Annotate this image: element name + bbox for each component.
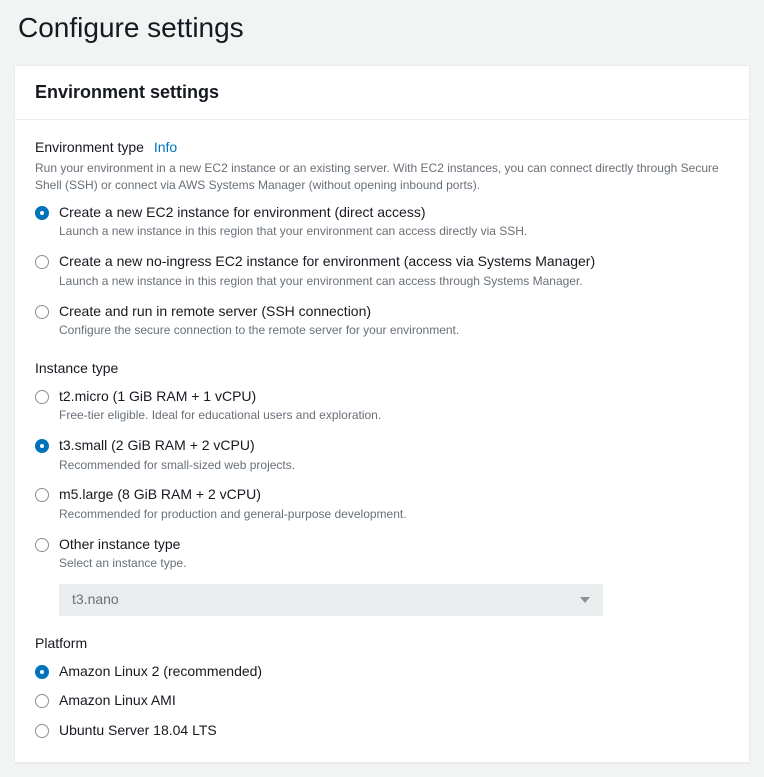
radio-icon — [35, 206, 49, 220]
radio-icon — [35, 538, 49, 552]
env-type-option-remote[interactable]: Create and run in remote server (SSH con… — [35, 302, 729, 339]
radio-desc: Launch a new instance in this region tha… — [59, 223, 729, 240]
instance-option-t2micro[interactable]: t2.micro (1 GiB RAM + 1 vCPU) Free-tier … — [35, 387, 729, 424]
radio-desc: Launch a new instance in this region tha… — [59, 273, 729, 290]
radio-icon — [35, 255, 49, 269]
env-type-option-ssm[interactable]: Create a new no-ingress EC2 instance for… — [35, 252, 729, 289]
radio-icon — [35, 724, 49, 738]
radio-label: t3.small (2 GiB RAM + 2 vCPU) — [59, 436, 729, 456]
platform-label: Platform — [35, 634, 729, 654]
radio-desc: Free-tier eligible. Ideal for educationa… — [59, 407, 729, 424]
radio-label: Amazon Linux 2 (recommended) — [59, 662, 729, 682]
instance-type-radio-group: t2.micro (1 GiB RAM + 1 vCPU) Free-tier … — [35, 387, 729, 573]
radio-label: Create and run in remote server (SSH con… — [59, 302, 729, 322]
platform-radio-group: Amazon Linux 2 (recommended) Amazon Linu… — [35, 662, 729, 741]
instance-option-t3small[interactable]: t3.small (2 GiB RAM + 2 vCPU) Recommende… — [35, 436, 729, 473]
radio-label: Amazon Linux AMI — [59, 691, 729, 711]
radio-label: m5.large (8 GiB RAM + 2 vCPU) — [59, 485, 729, 505]
panel-title: Environment settings — [35, 80, 729, 105]
env-type-label-row: Environment type Info — [35, 138, 729, 158]
radio-desc: Configure the secure connection to the r… — [59, 322, 729, 339]
radio-icon — [35, 390, 49, 404]
env-type-hint: Run your environment in a new EC2 instan… — [35, 160, 729, 195]
radio-icon — [35, 488, 49, 502]
other-instance-value: t3.nano — [72, 590, 119, 610]
radio-icon — [35, 694, 49, 708]
other-instance-select-wrap: t3.nano — [59, 584, 729, 616]
panel-header: Environment settings — [15, 66, 749, 120]
platform-option-ubuntu[interactable]: Ubuntu Server 18.04 LTS — [35, 721, 729, 741]
panel-body: Environment type Info Run your environme… — [15, 120, 749, 762]
radio-icon — [35, 305, 49, 319]
other-instance-select: t3.nano — [59, 584, 603, 616]
chevron-down-icon — [580, 597, 590, 603]
radio-label: t2.micro (1 GiB RAM + 1 vCPU) — [59, 387, 729, 407]
env-type-option-direct[interactable]: Create a new EC2 instance for environmen… — [35, 203, 729, 240]
platform-option-al2[interactable]: Amazon Linux 2 (recommended) — [35, 662, 729, 682]
instance-option-m5large[interactable]: m5.large (8 GiB RAM + 2 vCPU) Recommende… — [35, 485, 729, 522]
env-type-info-link[interactable]: Info — [154, 139, 177, 155]
radio-label: Create a new EC2 instance for environmen… — [59, 203, 729, 223]
instance-type-label: Instance type — [35, 359, 729, 379]
environment-settings-panel: Environment settings Environment type In… — [14, 65, 750, 763]
env-type-label: Environment type — [35, 139, 144, 155]
radio-label: Create a new no-ingress EC2 instance for… — [59, 252, 729, 272]
platform-option-al-ami[interactable]: Amazon Linux AMI — [35, 691, 729, 711]
page-title: Configure settings — [14, 0, 750, 65]
radio-icon — [35, 439, 49, 453]
env-type-radio-group: Create a new EC2 instance for environmen… — [35, 203, 729, 339]
radio-icon — [35, 665, 49, 679]
radio-desc: Select an instance type. — [59, 555, 729, 572]
radio-desc: Recommended for production and general-p… — [59, 506, 729, 523]
radio-desc: Recommended for small-sized web projects… — [59, 457, 729, 474]
instance-option-other[interactable]: Other instance type Select an instance t… — [35, 535, 729, 572]
radio-label: Other instance type — [59, 535, 729, 555]
radio-label: Ubuntu Server 18.04 LTS — [59, 721, 729, 741]
